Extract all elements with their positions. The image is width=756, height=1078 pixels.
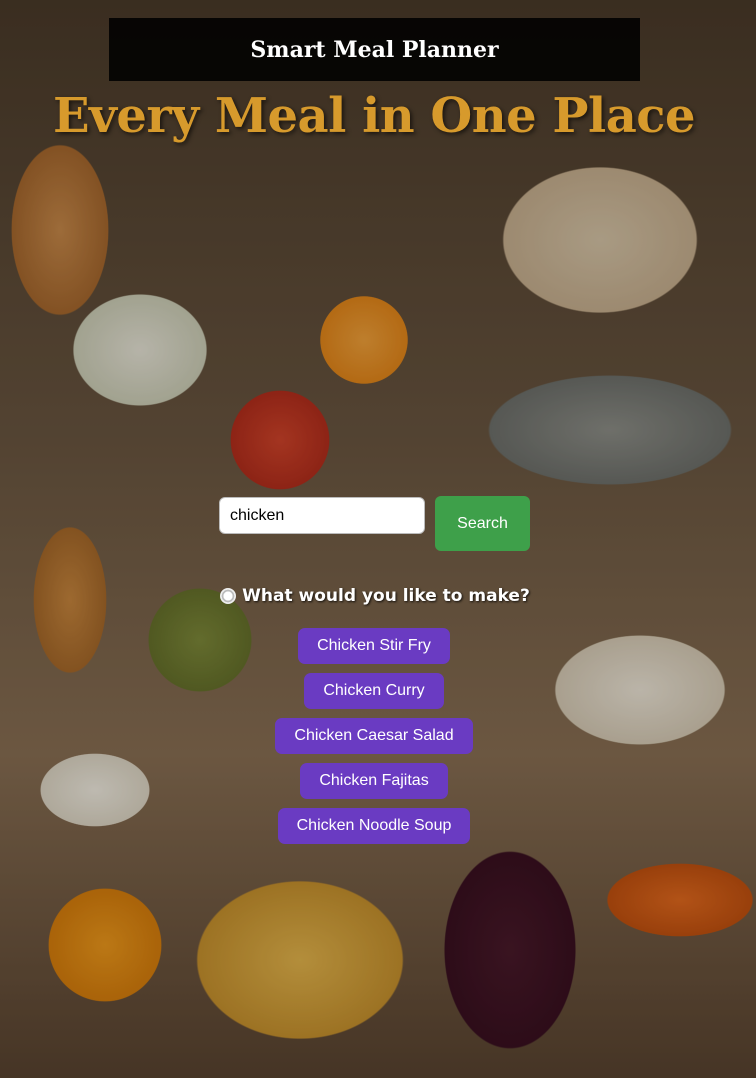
meal-prompt: What would you like to make? xyxy=(0,586,750,606)
result-button-chicken-curry[interactable]: Chicken Curry xyxy=(304,673,444,709)
meal-prompt-text: What would you like to make? xyxy=(242,586,530,606)
background-food-photo xyxy=(0,0,756,1078)
result-button-chicken-fajitas[interactable]: Chicken Fajitas xyxy=(300,763,448,799)
search-button[interactable]: Search xyxy=(435,496,530,551)
result-button-chicken-noodle-soup[interactable]: Chicken Noodle Soup xyxy=(277,808,471,844)
search-input[interactable] xyxy=(219,497,425,534)
app-title: Smart Meal Planner xyxy=(250,36,499,63)
results-list: Chicken Stir Fry Chicken Curry Chicken C… xyxy=(0,628,748,844)
result-button-chicken-stir-fry[interactable]: Chicken Stir Fry xyxy=(298,628,450,664)
header-bar: Smart Meal Planner xyxy=(109,18,640,81)
hero-heading: Every Meal in One Place xyxy=(52,88,696,144)
result-button-chicken-caesar-salad[interactable]: Chicken Caesar Salad xyxy=(275,718,473,754)
plate-icon xyxy=(220,588,237,604)
